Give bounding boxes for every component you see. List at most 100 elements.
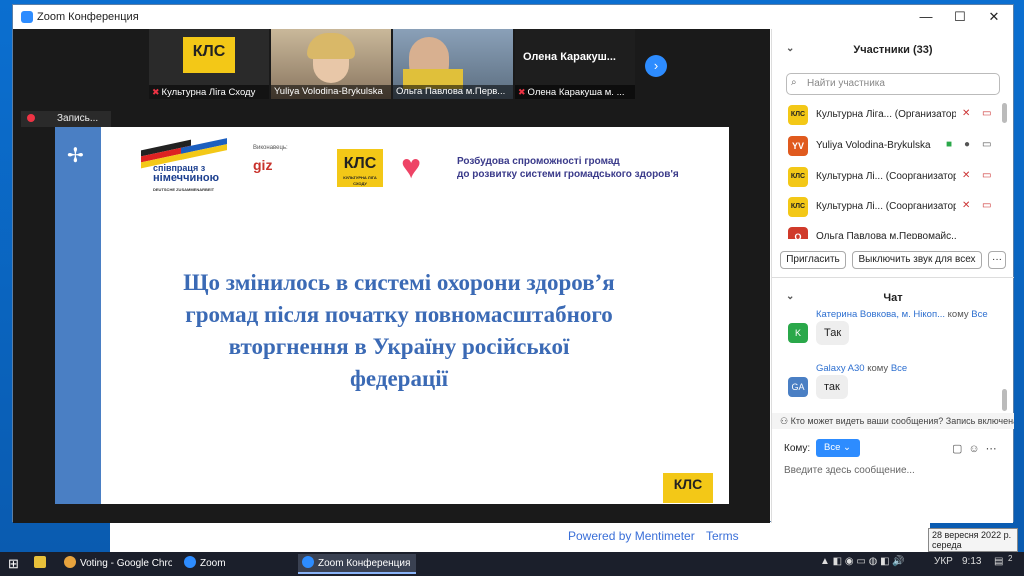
notification-count: 2 [1008,554,1013,563]
chat-header: ⌄ Чат [786,291,903,304]
avatar: О [788,227,808,239]
mic-muted-icon: ✖ [518,87,526,97]
participant-search-input[interactable]: Найти участника [786,73,1000,95]
participant-name: Культурна Лі... (Соорганизатор) [816,171,956,182]
taskbar: ⊞ Voting - Google Chro... Zoom Zoom Конф… [0,552,1024,576]
chat-visibility-notice[interactable]: ⚇ Кто может видеть ваши сообщения? Запис… [772,413,1014,429]
notifications-icon[interactable]: ▤ [994,556,1003,567]
video-tile[interactable]: КЛС ✖ Культурна Ліга Сходу [149,29,269,99]
chat-sender: Galaxy A30 кому Все [816,363,908,374]
tile-label: Ольга Павлова м.Перв... [393,85,513,99]
mentimeter-logo-icon: ✢ [67,145,84,167]
mic-icon: ● [964,139,971,150]
tile-label: Yuliya Volodina-Brykulska [271,85,391,99]
video-off-icon: ▭ [982,170,992,181]
slide-footer-logo: КЛС [663,473,713,503]
video-tile[interactable]: Ольга Павлова м.Перв... [393,29,513,99]
kls-logo: КЛС [183,37,235,73]
terms-link[interactable]: Terms [706,529,739,543]
chat-message: так [816,375,848,399]
file-icon[interactable]: ▢ [952,443,968,455]
maximize-button[interactable]: ☐ [945,8,975,26]
people-icon: ⚇ [780,416,791,426]
tile-label: ✖ Культурна Ліга Сходу [149,85,269,99]
mic-muted-icon: ✕ [962,170,971,181]
language-indicator[interactable]: УКР [934,556,953,567]
participant-row[interactable]: О Ольга Павлова м.Первомайс... [772,225,1008,239]
chat-message: Так [816,321,850,345]
powered-by-link[interactable]: Powered by Mentimeter [568,529,695,543]
chat-sender: Катерина Вовкова, м. Нікоп... кому Все [816,309,988,319]
giz-logo: giz [253,157,273,173]
record-dot-icon [27,114,35,122]
more-icon[interactable]: ⋯ [986,443,1003,455]
project-title: Розбудова спроможності громад до розвитк… [457,156,679,180]
heart-logo-icon: ♥ [401,148,422,186]
chevron-down-icon: ⌄ [843,442,851,453]
mute-all-button[interactable]: Выключить звук для всех [852,251,982,269]
screen-share-icon: ■ [946,139,953,150]
taskbar-chrome[interactable]: Voting - Google Chro... [60,554,172,574]
participant-name: Yuliya Volodina-Brykulska [816,140,931,151]
participant-name: Культурна Лі... (Соорганизатор) [816,201,956,212]
datetime-tooltip: 28 вересня 2022 р. середа [928,528,1018,552]
clock[interactable]: 9:13 [962,556,981,567]
avatar: GA [788,377,808,397]
shared-slide: ✢ співпраця з німеччиною DEUTSCHE ZUSAMM… [55,127,729,504]
participants-scrollbar[interactable] [1002,103,1007,123]
participant-name-center: Олена Каракуш... [523,51,616,63]
window-title: Zoom Конференция [37,11,139,23]
video-tile[interactable]: Олена Каракуш... ✖ Олена Каракуша м. ... [515,29,635,99]
participant-name: Ольга Павлова м.Первомайс... [816,231,956,239]
minimize-button[interactable]: — [911,8,941,26]
avatar: КЛС [788,197,808,217]
chrome-icon [64,556,76,568]
video-off-icon: ▭ [982,200,992,211]
participant-row[interactable]: КЛС Культурна Лі... (Соорганизатор) ✕ ▭ [772,165,1008,189]
slide-side-band: ✢ [55,127,101,504]
slide-title: Що змінилось в системі охорони здоров’я … [183,270,615,391]
chat-recipient-row: Кому: Все ⌄ ▢☺⋯ [784,439,1012,459]
zoom-icon [21,11,33,23]
system-tray-icons[interactable]: ▲ ◧ ◉ ▭ ◍ ◧ 🔊 [820,556,905,567]
zoom-icon [184,556,196,568]
recipient-select[interactable]: Все ⌄ [816,439,860,457]
taskbar-zoom-meeting[interactable]: Zoom Конференция [298,554,416,574]
giz-caption: Виконавець: [253,145,288,151]
recording-indicator[interactable]: Запись... [21,111,111,127]
participant-row[interactable]: КЛС Культурна Лі... (Соорганизатор) ✕ ▭ [772,195,1008,219]
chat-scrollbar[interactable] [1002,389,1007,411]
mic-muted-icon: ✕ [962,108,971,119]
chat-message-input[interactable]: Введите здесь сообщение... [784,465,915,476]
more-options-button[interactable]: ··· [988,251,1006,269]
next-page-arrow-icon[interactable]: › [645,55,667,77]
avatar: YV [788,136,808,156]
participant-row[interactable]: YV Yuliya Volodina-Brykulska ■ ● ▭ [772,134,1008,158]
tile-label: ✖ Олена Каракуша м. ... [515,85,635,99]
kls-logo: КЛС КУЛЬТУРНА ЛІГА СХОДУ [337,149,383,187]
mic-muted-icon: ✖ [152,87,160,97]
to-label: Кому: [784,443,811,454]
close-button[interactable]: ✕ [979,8,1009,26]
video-off-icon: ▭ [982,108,992,119]
emoji-icon[interactable]: ☺ [968,443,985,455]
search-icon: ⌕ [791,77,797,88]
chat-tools: ▢☺⋯ [952,442,1003,455]
participant-hair [307,33,355,59]
mic-muted-icon: ✕ [962,200,971,211]
file-explorer-icon[interactable] [34,554,50,574]
avatar: КЛС [788,105,808,125]
avatar: КЛС [788,167,808,187]
participant-row[interactable]: КЛС Культурна Ліга... (Организатор) ✕ ▭ [772,103,1008,127]
german-cooperation-logo: співпраця з німеччиною DEUTSCHE ZUSAMMEN… [141,138,227,192]
participant-name: Культурна Ліга... (Организатор) [816,109,956,120]
title-bar: Zoom Конференция — ☐ ✕ [13,5,1013,29]
avatar: K [788,323,808,343]
zoom-icon [302,556,314,568]
taskbar-zoom[interactable]: Zoom [180,554,290,574]
invite-button[interactable]: Пригласить [780,251,846,269]
windows-start-icon[interactable]: ⊞ [8,554,19,574]
slide-header: співпраця з німеччиною DEUTSCHE ZUSAMMEN… [101,127,729,213]
zoom-meeting-window: Zoom Конференция — ☐ ✕ КЛС ✖ Культурна Лі… [12,4,1014,523]
video-tile[interactable]: Yuliya Volodina-Brykulska [271,29,391,99]
